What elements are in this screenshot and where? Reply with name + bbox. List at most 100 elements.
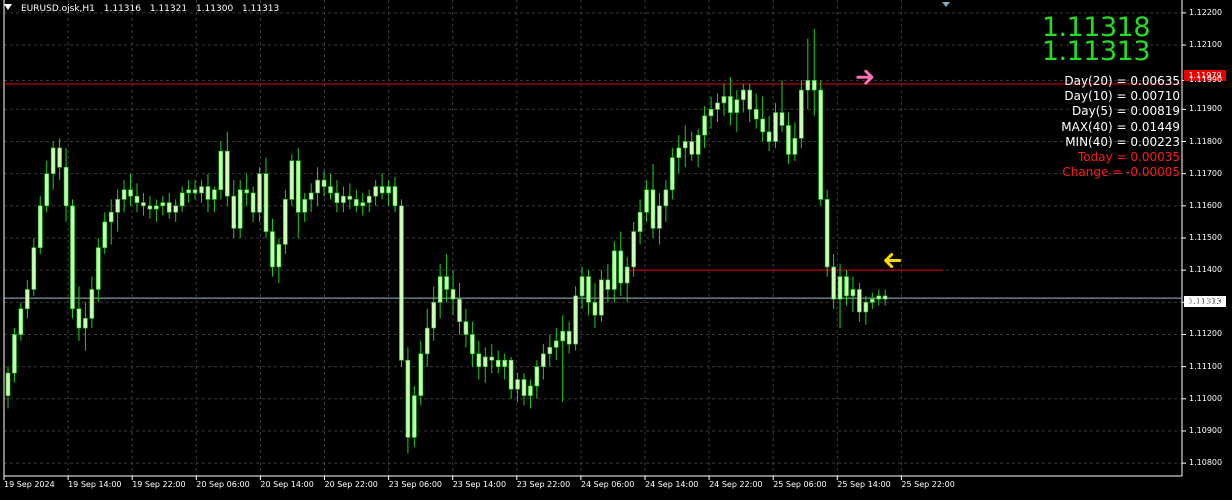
candle-body [876, 295, 882, 300]
candle-body [863, 302, 869, 313]
candle-body [57, 147, 62, 168]
candle-body [147, 205, 153, 210]
candle-body [44, 173, 50, 207]
candle-body [515, 379, 520, 390]
candle-body [412, 395, 417, 438]
candle-body [321, 179, 327, 187]
price-tick-label: 1.10800 [1189, 458, 1223, 468]
time-tick-label: 24 Sep 22:00 [709, 480, 763, 489]
candle-body [353, 199, 359, 207]
candle-body [805, 80, 811, 91]
candle-body [586, 276, 591, 303]
candle-body [89, 289, 95, 319]
candle-body [495, 359, 501, 367]
candle-body [289, 160, 295, 200]
candle-body [766, 131, 772, 142]
candle-body [470, 334, 475, 355]
candle-body [360, 202, 366, 207]
candle-body [366, 195, 372, 203]
price-tick-label: 1.12100 [1189, 40, 1223, 50]
ohlc-close: 1.11313 [242, 4, 280, 14]
candle-body [12, 334, 17, 374]
candle-body [573, 295, 578, 345]
candle-body [631, 231, 636, 268]
time-tick-label: 25 Sep 06:00 [773, 480, 827, 489]
candle-body [328, 186, 333, 194]
candle-body [489, 356, 495, 361]
candle-body [50, 147, 56, 174]
candle-body [63, 166, 69, 207]
candle-body [792, 137, 798, 155]
candle-body [444, 276, 449, 290]
candle-body [734, 99, 740, 113]
chart-background [0, 0, 1232, 500]
price-tick-label: 1.11300 [1189, 297, 1223, 307]
candle-body [831, 266, 836, 300]
price-tick-label: 1.11600 [1189, 200, 1223, 210]
candle-body [728, 96, 733, 113]
candle-body [244, 189, 249, 194]
candle-body [637, 211, 643, 232]
candle-body [869, 298, 875, 303]
candle-body [670, 157, 675, 191]
candle-body [521, 379, 527, 396]
candle-body [405, 359, 411, 438]
candle-body [618, 250, 624, 284]
candle-body [37, 205, 43, 248]
candle-body [257, 173, 262, 213]
price-tick-label: 1.11200 [1189, 329, 1223, 339]
stat-day5: Day(5) = 0.00819 [1072, 104, 1180, 119]
time-tick-label: 24 Sep 14:00 [645, 480, 699, 489]
time-tick-label: 23 Sep 22:00 [516, 480, 571, 489]
price-tick-label: 1.11500 [1189, 233, 1223, 242]
candle-body [644, 189, 649, 213]
candle-body [205, 186, 211, 200]
price-chart[interactable] [0, 0, 1232, 500]
time-tick-label: 19 Sep 14:00 [68, 480, 122, 489]
candle-body [341, 195, 346, 203]
candle-body [650, 189, 656, 229]
candle-body [386, 186, 391, 194]
candle-body [347, 195, 353, 200]
candle-body [579, 276, 585, 297]
candle-body [334, 192, 340, 203]
candle-body [154, 205, 159, 210]
candle-body [476, 353, 482, 367]
candle-body [276, 244, 282, 268]
candle-body [457, 298, 462, 322]
candle-body [225, 150, 230, 197]
candle-body [83, 318, 88, 329]
price-tick-label: 1.11100 [1189, 361, 1223, 371]
stat-day10: Day(10) = 0.00710 [1064, 89, 1180, 104]
candle-body [270, 231, 275, 268]
candle-body [779, 112, 785, 126]
candle-body [76, 308, 82, 329]
candle-body [437, 276, 443, 303]
candle-body [373, 186, 378, 197]
price-tick-label: 1.11700 [1189, 168, 1223, 178]
price-tick-label: 1.11800 [1189, 136, 1223, 146]
candle-body [166, 202, 172, 213]
candle-body [463, 321, 469, 335]
candle-body [5, 372, 11, 396]
candle-body [508, 359, 514, 390]
time-tick-label: 24 Sep 06:00 [580, 480, 635, 489]
candle-body [824, 199, 830, 268]
candle-body [121, 189, 127, 200]
candle-body [611, 250, 617, 290]
candle-body [263, 173, 269, 232]
time-tick-label: 23 Sep 06:00 [388, 480, 442, 489]
candle-body [553, 340, 559, 348]
candle-body [837, 276, 843, 300]
candle-body [212, 189, 217, 200]
candle-body [450, 289, 456, 300]
price-tick-label: 1.10900 [1189, 425, 1223, 435]
candle-body [882, 295, 888, 300]
time-tick-label: 19 Sep 2024 [4, 480, 55, 489]
time-tick-label: 25 Sep 14:00 [837, 480, 891, 489]
candle-body [689, 141, 695, 155]
range-stats-panel: Day(20) = 0.00635 Day(10) = 0.00710 Day(… [1061, 74, 1180, 180]
ask-quote: 1.11313 [1041, 36, 1151, 67]
dropdown-triangle-icon[interactable] [4, 4, 12, 10]
time-tick-label: 25 Sep 22:00 [901, 480, 955, 489]
